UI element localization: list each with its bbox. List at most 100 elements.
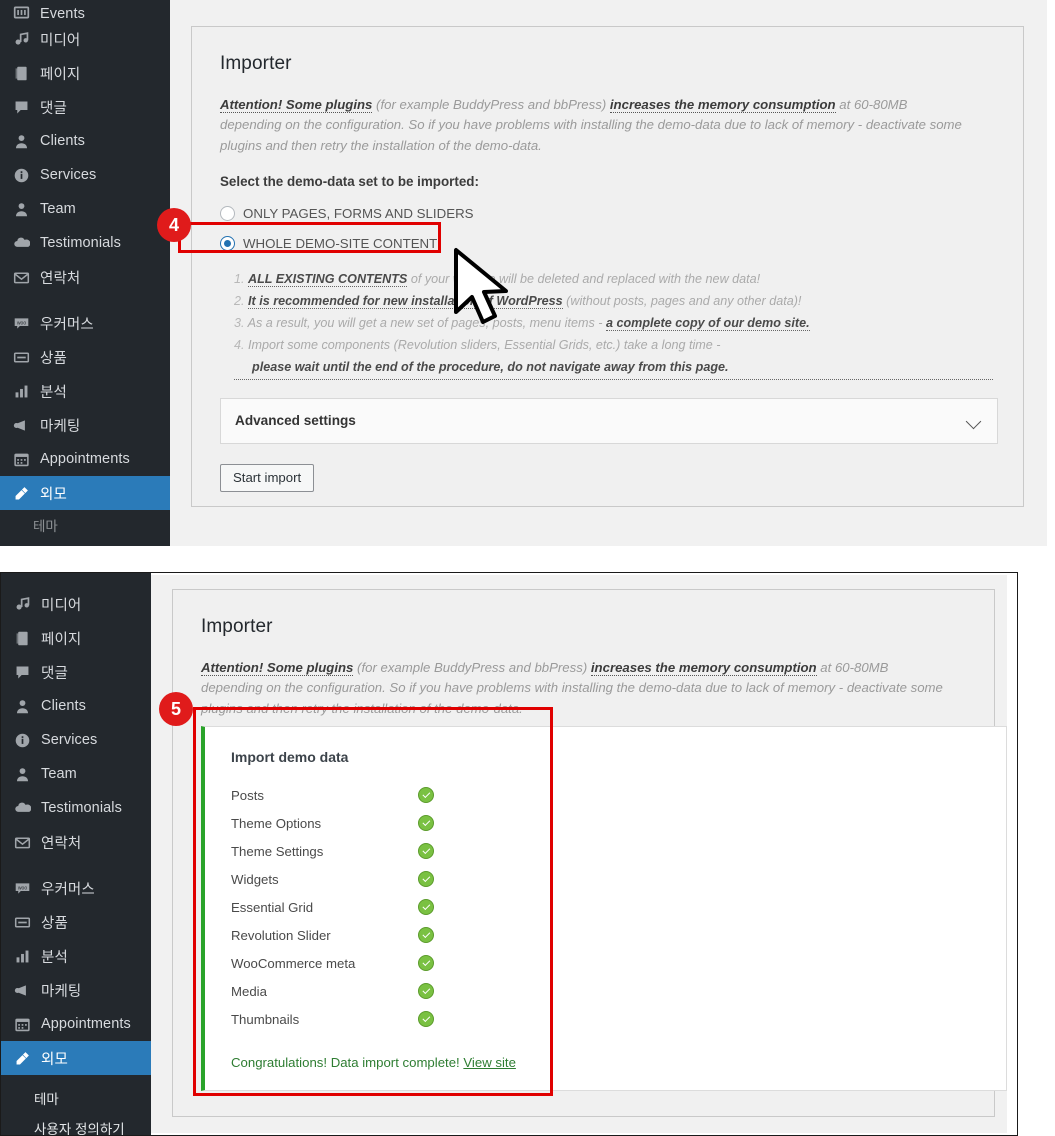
radio-button-unselected[interactable] — [220, 205, 235, 221]
sidebar-subitem-customize[interactable]: 사용자 정의하기 — [1, 1113, 151, 1135]
attention-notice: Attention! Some plugins (for example Bud… — [201, 658, 946, 719]
sidebar-item-contacts[interactable]: 연락처 — [0, 260, 170, 294]
sidebar-item-appointments[interactable]: Appointments — [0, 442, 170, 476]
radio-button-selected[interactable] — [220, 235, 235, 251]
note-pre: As a result, you will get a new set of p… — [247, 316, 606, 331]
attention-mid: (for example BuddyPress and bbPress) — [372, 97, 610, 112]
sidebar-item-woocommerce[interactable]: woo 우커머스 — [1, 871, 151, 905]
sidebar-item-label: 상품 — [41, 915, 68, 932]
note-number: 2. — [234, 294, 245, 309]
sidebar-item-testimonials[interactable]: Testimonials — [1, 791, 151, 825]
sidebar-item-label: 미디어 — [41, 597, 82, 614]
sidebar-item-marketing[interactable]: 마케팅 — [0, 408, 170, 442]
sidebar-item-label: 우커머스 — [40, 316, 94, 333]
sidebar-item-pages[interactable]: 페이지 — [1, 621, 151, 655]
progress-row: Essential Grid — [231, 893, 1006, 921]
sidebar-item-testimonials[interactable]: Testimonials — [0, 226, 170, 260]
complete-text: Congratulations! Data import complete! — [231, 1055, 460, 1070]
check-circle-icon — [418, 927, 434, 943]
sidebar-item-label: 분석 — [40, 384, 67, 401]
progress-row-label: Media — [231, 983, 267, 999]
progress-row: Media — [231, 977, 1006, 1005]
sidebar-subitem-themes[interactable]: 테마 — [1, 1083, 151, 1113]
sidebar-item-appointments[interactable]: Appointments — [1, 1007, 151, 1041]
note-emphasis: a complete copy of our demo site. — [605, 316, 810, 332]
note-emphasis: ALL EXISTING CONTENTS — [248, 272, 408, 288]
pages-icon — [12, 628, 32, 648]
sidebar-item-clients[interactable]: Clients — [1, 689, 151, 723]
advanced-settings-label: Advanced settings — [235, 413, 356, 429]
attention-mid: (for example BuddyPress and bbPress) — [353, 660, 591, 675]
sidebar-item-label: Clients — [40, 133, 86, 149]
sidebar-subitem-themes[interactable]: 테마 — [0, 510, 170, 540]
sidebar-item-analytics[interactable]: 분석 — [0, 374, 170, 408]
progress-row-label: Thumbnails — [231, 1011, 300, 1027]
sidebar-item-media[interactable]: 미디어 — [1, 587, 151, 621]
sidebar-item-analytics[interactable]: 분석 — [1, 939, 151, 973]
contacts-icon — [11, 267, 31, 287]
importer-card-bottom: Importer Attention! Some plugins (for ex… — [172, 589, 1007, 1117]
sidebar-item-clients[interactable]: Clients — [0, 124, 170, 158]
attention-highlight: increases the memory consumption — [609, 97, 836, 113]
clients-icon — [11, 131, 31, 151]
sidebar-item-label: Appointments — [40, 451, 130, 467]
sidebar-item-appearance[interactable]: 외모 — [1, 1041, 151, 1075]
sidebar-item-woocommerce[interactable]: woo 우커머스 — [0, 306, 170, 340]
sidebar-item-label: 페이지 — [40, 66, 81, 83]
check-circle-icon — [418, 787, 434, 803]
progress-row-label: Posts — [231, 787, 264, 803]
analytics-icon — [12, 946, 32, 966]
sidebar-item-label: 연락처 — [40, 270, 81, 287]
radio-label: ONLY PAGES, FORMS AND SLIDERS — [243, 205, 474, 221]
comments-icon — [11, 97, 31, 117]
progress-list: Posts Theme Options Theme Settings Widge… — [231, 781, 1006, 1033]
radio-label: WHOLE DEMO-SITE CONTENT — [243, 235, 438, 251]
sidebar-item-comments[interactable]: 댓글 — [1, 655, 151, 689]
sidebar-item-comments[interactable]: 댓글 — [0, 90, 170, 124]
sidebar-item-services[interactable]: Services — [0, 158, 170, 192]
testimonials-icon — [12, 798, 32, 818]
sidebar-item-marketing[interactable]: 마케팅 — [1, 973, 151, 1007]
attention-notice: Attention! Some plugins (for example Bud… — [220, 95, 965, 156]
services-icon — [11, 165, 31, 185]
view-site-link[interactable]: View site — [463, 1055, 516, 1070]
marketing-icon — [12, 980, 32, 1000]
sidebar-item-products[interactable]: 상품 — [0, 340, 170, 374]
sidebar-item-products[interactable]: 상품 — [1, 905, 151, 939]
sidebar-item-label: Clients — [41, 698, 87, 714]
sidebar-item-label: 댓글 — [41, 665, 68, 682]
advanced-settings-accordion[interactable]: Advanced settings — [220, 397, 998, 444]
sidebar-item-pages[interactable]: 페이지 — [0, 56, 170, 90]
check-circle-icon — [418, 815, 434, 831]
sidebar-item-label: 연락처 — [41, 835, 82, 852]
sidebar-item-services[interactable]: Services — [1, 723, 151, 757]
annotation-badge-4: 4 — [157, 208, 191, 242]
sidebar-item-appearance[interactable]: 외모 — [0, 476, 170, 510]
sidebar-item-media[interactable]: 미디어 — [0, 22, 170, 56]
sidebar-item-label: 우커머스 — [41, 881, 95, 898]
sidebar-item-team[interactable]: Team — [1, 757, 151, 791]
sidebar-subitem-label: 테마 — [34, 1092, 59, 1107]
sidebar-item-label: 상품 — [40, 350, 67, 367]
events-icon — [11, 2, 31, 22]
sidebar-item-label: 댓글 — [40, 100, 67, 117]
admin-sidebar-top: Events 미디어 페이지 댓글 Clients Services Team — [0, 0, 170, 546]
comments-icon — [12, 662, 32, 682]
sidebar-item-label: 외모 — [40, 486, 67, 503]
select-demo-data-label: Select the demo-data set to be imported: — [220, 174, 479, 190]
attention-lead: Attention! Some plugins — [201, 660, 354, 676]
woocommerce-icon: woo — [12, 878, 32, 898]
progress-row: WooCommerce meta — [231, 949, 1006, 977]
radio-option-whole-demo[interactable]: WHOLE DEMO-SITE CONTENT — [220, 232, 993, 254]
screenshot-panel-top: Events 미디어 페이지 댓글 Clients Services Team — [0, 0, 1055, 546]
sidebar-item-label: Appointments — [41, 1016, 131, 1032]
sidebar-item-team[interactable]: Team — [0, 192, 170, 226]
start-import-button[interactable]: Start import — [220, 463, 315, 492]
svg-text:woo: woo — [16, 320, 26, 326]
note-emphasis: please wait until the end of the procedu… — [234, 356, 993, 380]
sidebar-item-contacts[interactable]: 연락처 — [1, 825, 151, 859]
sidebar-item-events[interactable]: Events — [0, 0, 170, 22]
mouse-cursor — [454, 248, 508, 324]
radio-option-only-pages[interactable]: ONLY PAGES, FORMS AND SLIDERS — [220, 202, 993, 224]
appointments-icon — [12, 1014, 32, 1034]
